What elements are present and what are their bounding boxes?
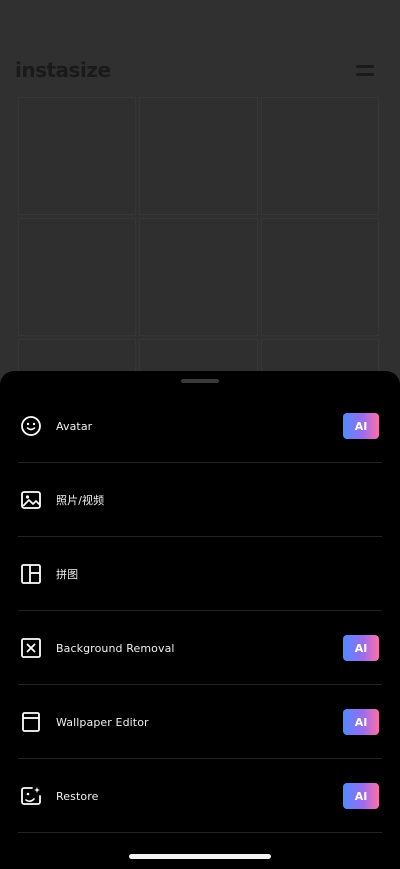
restore-photo-icon <box>20 785 42 807</box>
menu-item-avatar[interactable]: Avatar AI <box>0 389 400 463</box>
grid-cell[interactable] <box>139 218 258 336</box>
app-header: instasize <box>0 0 400 100</box>
home-indicator[interactable] <box>129 854 271 859</box>
menu-item-photo-video[interactable]: 照片/视频 <box>0 463 400 537</box>
grid-cell[interactable] <box>18 97 137 215</box>
menu-item-collage[interactable]: 拼图 <box>0 537 400 611</box>
collage-layout-icon <box>20 563 42 585</box>
menu-item-label: Avatar <box>56 419 93 433</box>
wallpaper-icon <box>20 711 42 733</box>
ai-badge: AI <box>343 709 379 735</box>
menu-item-label: 拼图 <box>56 568 79 581</box>
menu-item-wallpaper-editor[interactable]: Wallpaper Editor AI <box>0 685 400 759</box>
bottom-sheet: Avatar AI 照片/视频 拼图 Background Removal AI… <box>0 371 400 869</box>
ai-badge: AI <box>343 783 379 809</box>
menu-item-restore[interactable]: Restore AI <box>0 759 400 833</box>
remove-background-icon <box>20 637 42 659</box>
app-screen: instasize Avatar AI 照片/视频 拼图 Background … <box>0 0 400 869</box>
image-icon <box>20 489 42 511</box>
sheet-menu-list: Avatar AI 照片/视频 拼图 Background Removal AI… <box>0 389 400 833</box>
ai-badge: AI <box>343 635 379 661</box>
ai-badge: AI <box>343 413 379 439</box>
divider <box>18 832 382 833</box>
grid-cell[interactable] <box>18 218 137 336</box>
menu-item-label: 照片/视频 <box>56 494 105 507</box>
grid-cell[interactable] <box>139 97 258 215</box>
smiley-face-icon <box>20 415 42 437</box>
menu-item-label: Background Removal <box>56 641 175 655</box>
instasize-logo: instasize <box>15 58 111 82</box>
grid-cell[interactable] <box>260 218 379 336</box>
photo-grid <box>18 97 379 457</box>
sheet-grabber-handle[interactable] <box>181 379 219 383</box>
menu-item-label: Restore <box>56 789 99 803</box>
grid-cell[interactable] <box>260 97 379 215</box>
menu-item-label: Wallpaper Editor <box>56 715 149 729</box>
hamburger-menu-icon[interactable] <box>356 63 376 79</box>
menu-item-background-removal[interactable]: Background Removal AI <box>0 611 400 685</box>
